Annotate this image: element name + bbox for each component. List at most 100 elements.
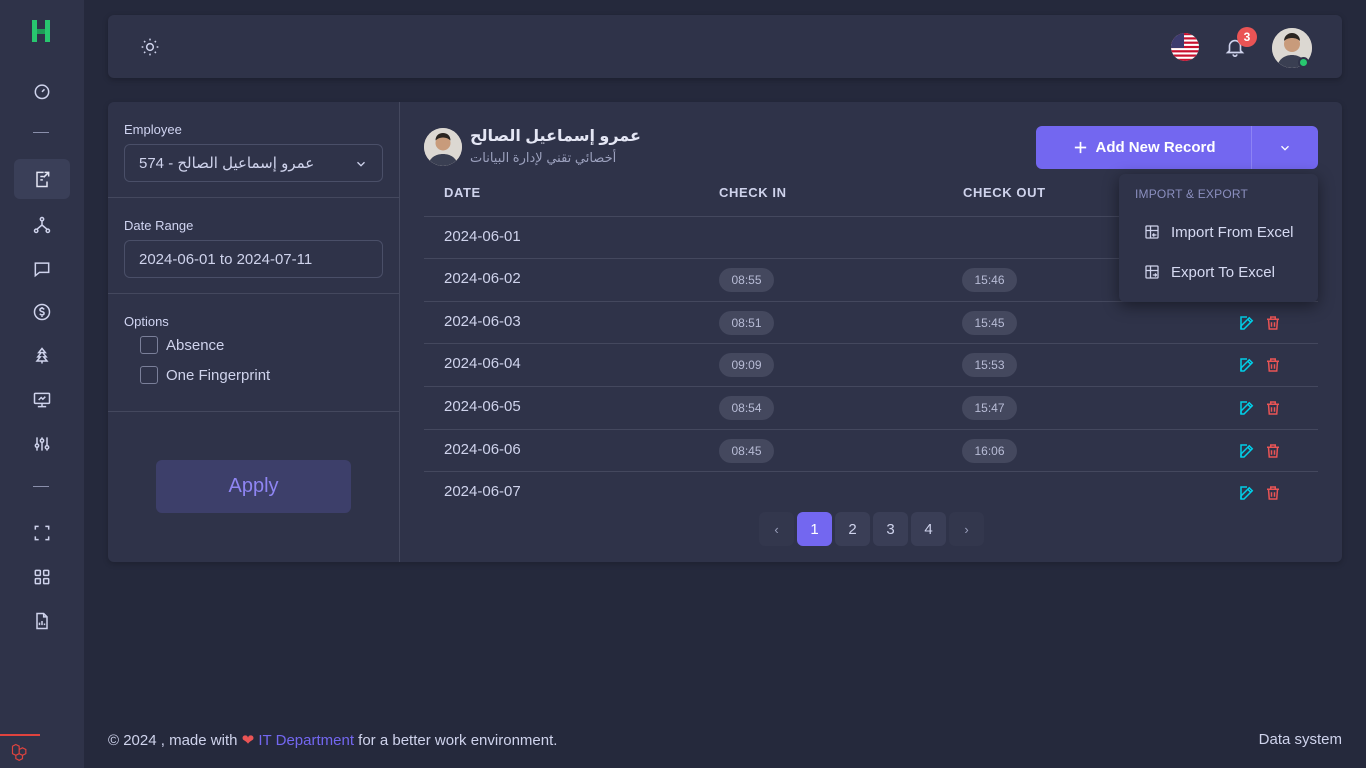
notification-count-badge: 3 [1237,27,1257,47]
sidebar-divider [33,486,49,487]
column-header-check-out: CHECK OUT [963,185,1046,200]
filters-panel: Employee 574 - عمرو إسماعيل الصالح Date … [108,102,400,562]
nav-reports[interactable] [14,601,70,641]
pagination-page-1[interactable]: 1 [797,512,832,546]
pagination-page-2[interactable]: 2 [835,512,870,546]
laravel-icon [0,734,40,768]
employee-name: عمرو إسماعيل الصالح [470,128,641,145]
absence-checkbox[interactable] [140,336,158,354]
nav-chat[interactable] [14,249,70,289]
one-fingerprint-option[interactable]: One Fingerprint [140,366,270,384]
tree-icon [35,347,49,364]
import-export-menu: IMPORT & EXPORT Import From Excel Export… [1119,174,1318,302]
check-out-time: 16:06 [962,439,1017,463]
delete-icon[interactable] [1264,399,1282,417]
app-logo-icon[interactable] [30,18,52,44]
edit-icon[interactable] [1238,314,1256,332]
nav-holidays[interactable] [14,336,70,376]
report-icon [36,612,48,630]
delete-icon[interactable] [1264,356,1282,374]
nav-scan[interactable] [14,513,70,553]
delete-icon[interactable] [1264,442,1282,460]
row-date: 2024-06-01 [444,228,521,245]
date-range-label: Date Range [124,218,194,233]
employee-job-title: أخصائي تقني لإدارة البيانات [470,150,617,165]
table-row: 2024-06-06 08:45 16:06 [424,429,1318,471]
check-in-time: 09:09 [719,353,774,377]
table-import-icon [1145,225,1159,239]
check-out-time: 15:46 [962,268,1017,292]
language-us-flag-icon[interactable] [1171,33,1199,61]
footer-prefix: © 2024 , made with [108,732,238,749]
online-status-dot [1298,57,1309,68]
nav-apps[interactable] [14,557,70,597]
import-from-excel-label: Import From Excel [1171,223,1294,241]
pagination-page-3[interactable]: 3 [873,512,908,546]
edit-icon[interactable] [1238,442,1256,460]
nav-presentation[interactable] [14,380,70,420]
absence-option[interactable]: Absence [140,336,224,354]
check-out-time: 15:53 [962,353,1017,377]
import-from-excel-item[interactable]: Import From Excel [1143,223,1294,241]
table-row: 2024-06-04 09:09 15:53 [424,343,1318,385]
it-department-link[interactable]: IT Department [258,732,354,749]
check-out-time: 15:47 [962,396,1017,420]
check-in-time: 08:55 [719,268,774,292]
row-date: 2024-06-03 [444,313,521,330]
check-in-time: 08:51 [719,311,774,335]
pagination-prev-button[interactable]: ‹ [759,512,794,546]
table-row: 2024-06-07 [424,471,1318,513]
dashboard-icon [34,84,50,100]
edit-icon[interactable] [1238,356,1256,374]
date-range-section: Date Range 2024-06-01 to 2024-07-11 [108,198,399,294]
nav-settings[interactable] [14,424,70,464]
attendance-card: Employee 574 - عمرو إسماعيل الصالح Date … [108,102,1342,562]
attendance-icon [36,171,50,188]
pagination-next-button[interactable]: › [949,512,984,546]
theme-toggle-sun-icon[interactable] [140,37,160,57]
one-fingerprint-label: One Fingerprint [166,366,271,384]
date-range-input[interactable]: 2024-06-01 to 2024-07-11 [124,240,383,278]
footer-credits: © 2024 , made with ❤ IT Department for a… [108,731,557,749]
dollar-icon [33,303,51,321]
plus-icon [1075,141,1087,154]
table-row: 2024-06-05 08:54 15:47 [424,386,1318,428]
delete-icon[interactable] [1264,484,1282,502]
add-record-dropdown-toggle[interactable] [1251,126,1318,169]
table-export-icon [1145,265,1159,279]
date-range-value: 2024-06-01 to 2024-07-11 [139,250,313,268]
nav-dashboard[interactable] [14,71,70,111]
nav-hierarchy[interactable] [14,205,70,245]
options-label: Options [124,314,169,329]
check-in-time: 08:54 [719,396,774,420]
chevron-down-icon [357,161,365,167]
one-fingerprint-checkbox[interactable] [140,366,158,384]
employee-avatar [424,128,462,166]
presentation-icon [33,392,51,408]
column-header-check-in: CHECK IN [719,185,787,200]
check-out-time: 15:45 [962,311,1017,335]
top-navbar: 3 [108,15,1342,78]
row-date: 2024-06-04 [444,355,521,372]
footer-data-system-link[interactable]: Data system [1259,731,1342,748]
edit-icon[interactable] [1238,399,1256,417]
row-date: 2024-06-07 [444,483,521,500]
nav-payroll[interactable] [14,292,70,332]
check-in-time: 08:45 [719,439,774,463]
hierarchy-icon [33,216,51,234]
pagination-page-4[interactable]: 4 [911,512,946,546]
delete-icon[interactable] [1264,314,1282,332]
menu-header: IMPORT & EXPORT [1135,187,1249,201]
add-new-record-button[interactable]: Add New Record [1036,126,1252,169]
sidebar-divider [33,132,49,133]
employee-filter-section: Employee 574 - عمرو إسماعيل الصالح [108,102,399,198]
employee-select[interactable]: 574 - عمرو إسماعيل الصالح [124,144,383,182]
nav-attendance[interactable] [14,159,70,199]
export-to-excel-label: Export To Excel [1171,263,1275,281]
export-to-excel-item[interactable]: Export To Excel [1143,263,1275,281]
sliders-icon [34,437,50,451]
apply-button[interactable]: Apply [156,460,351,513]
absence-label: Absence [166,336,225,354]
add-new-record-label: Add New Record [1095,139,1216,156]
edit-icon[interactable] [1238,484,1256,502]
